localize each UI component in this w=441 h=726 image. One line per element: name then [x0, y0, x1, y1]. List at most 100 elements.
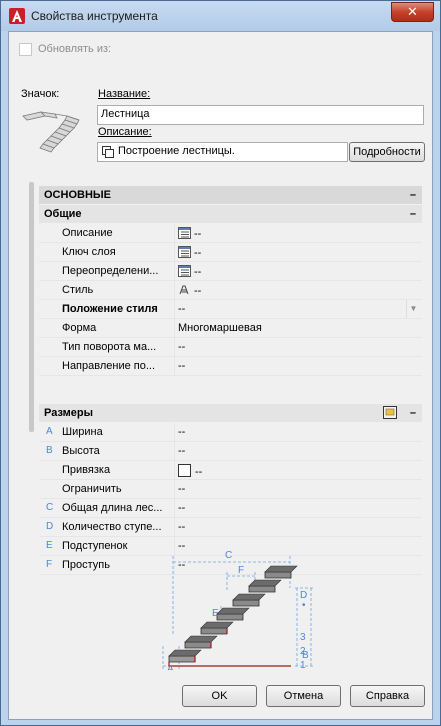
list-icon: [178, 227, 191, 239]
copy-icon: [102, 146, 114, 158]
section-sizes-title: Размеры: [44, 407, 94, 419]
section-general-header[interactable]: Общие –: [39, 205, 422, 223]
property-name: Направление по...: [62, 360, 156, 372]
property-name: Ограничить: [62, 483, 122, 495]
title-bar[interactable]: Свойства инструмента ✕: [1, 1, 440, 31]
property-row[interactable]: C Общая длина лес... --: [39, 499, 422, 518]
property-row[interactable]: B Высота --: [39, 442, 422, 461]
property-value[interactable]: --: [178, 227, 418, 240]
property-name: Привязка: [62, 464, 111, 476]
description-input[interactable]: Построение лестницы.: [97, 142, 348, 162]
property-row[interactable]: Стиль --: [39, 281, 422, 300]
list-icon: [178, 246, 191, 258]
dimension-letter: E: [46, 540, 53, 551]
property-row[interactable]: A Ширина --: [39, 423, 422, 442]
property-row[interactable]: Ограничить --: [39, 480, 422, 499]
stair-dimensions-diagram: C F E D B A 1 2 3 •: [162, 550, 315, 670]
property-value-text: Многомаршевая: [178, 322, 262, 334]
dimension-letter: F: [46, 559, 53, 570]
property-value[interactable]: --: [178, 303, 418, 315]
property-value[interactable]: --: [178, 341, 418, 353]
column-divider: [174, 442, 175, 461]
stair-tool-icon[interactable]: [21, 106, 83, 162]
property-value[interactable]: --: [178, 360, 418, 372]
property-row[interactable]: Привязка --: [39, 461, 422, 480]
property-value-text: --: [194, 247, 202, 259]
name-input[interactable]: Лестница: [97, 105, 424, 125]
property-value-text: --: [178, 426, 186, 438]
palette-scroll-strip[interactable]: [29, 182, 34, 432]
dropdown-arrow-icon[interactable]: ▼: [406, 300, 420, 318]
property-row[interactable]: D Количество ступе... --: [39, 518, 422, 537]
column-divider: [174, 461, 175, 480]
property-row[interactable]: Описание --: [39, 224, 422, 243]
collapse-basic-toggle[interactable]: –: [410, 186, 416, 204]
property-value-text: --: [178, 502, 186, 514]
window-title: Свойства инструмента: [31, 9, 158, 23]
property-value[interactable]: --: [178, 464, 418, 478]
property-value[interactable]: --: [178, 284, 418, 297]
column-divider: [174, 338, 175, 357]
ok-button[interactable]: OK: [182, 685, 257, 707]
property-value-text: --: [178, 360, 186, 372]
update-from-label: Обновлять из:: [38, 43, 112, 55]
property-row[interactable]: Направление по... --: [39, 357, 422, 376]
dimension-letter: D: [46, 521, 54, 532]
property-name: Положение стиля: [62, 303, 158, 315]
dim-label-1: 1: [300, 660, 306, 670]
update-from-checkbox[interactable]: [19, 43, 32, 56]
property-value[interactable]: --: [178, 445, 418, 457]
column-divider: [174, 357, 175, 376]
column-divider: [174, 423, 175, 442]
icon-label: Значок:: [21, 88, 60, 100]
cancel-button[interactable]: Отмена: [266, 685, 341, 707]
details-button[interactable]: Подробности: [349, 142, 425, 162]
property-value-text: --: [194, 266, 202, 278]
close-icon: ✕: [407, 4, 418, 19]
image-toggle-icon[interactable]: [383, 406, 398, 420]
property-value[interactable]: --: [178, 521, 418, 533]
dim-label-f: F: [238, 565, 244, 576]
property-value-text: --: [194, 285, 202, 297]
property-value[interactable]: --: [178, 502, 418, 514]
column-divider: [174, 262, 175, 281]
dim-label-dot: •: [302, 600, 306, 611]
property-value[interactable]: --: [178, 426, 418, 438]
property-value-text: --: [178, 341, 186, 353]
collapse-sizes-toggle[interactable]: –: [410, 404, 416, 422]
column-divider: [174, 300, 175, 319]
dimension-letter: C: [46, 502, 54, 513]
description-value: Построение лестницы.: [118, 145, 235, 157]
property-value[interactable]: --: [178, 483, 418, 495]
property-value-text: --: [194, 228, 202, 240]
property-row[interactable]: Положение стиля -- ▼: [39, 300, 422, 319]
column-divider: [174, 319, 175, 338]
dimension-letter: A: [46, 426, 53, 437]
column-divider: [174, 480, 175, 499]
help-button[interactable]: Справка: [350, 685, 425, 707]
property-value[interactable]: Многомаршевая: [178, 322, 418, 334]
dialog-body: Обновлять из: Значок: Название: Лестница…: [8, 31, 433, 720]
property-value[interactable]: --: [178, 265, 418, 278]
column-divider: [174, 518, 175, 537]
property-row[interactable]: Форма Многомаршевая: [39, 319, 422, 338]
collapse-general-toggle[interactable]: –: [410, 205, 416, 223]
anchor-checkbox[interactable]: [178, 464, 191, 477]
section-basic-title: ОСНОВНЫЕ: [44, 189, 111, 201]
property-name: Форма: [62, 322, 97, 334]
property-row[interactable]: Тип поворота ма... --: [39, 338, 422, 357]
section-basic-header[interactable]: ОСНОВНЫЕ –: [39, 186, 422, 204]
section-sizes-header[interactable]: Размеры –: [39, 404, 422, 422]
tool-properties-window: Свойства инструмента ✕ Обновлять из: Зна…: [0, 0, 441, 726]
description-label: Описание:: [98, 126, 152, 138]
property-value[interactable]: --: [178, 246, 418, 259]
property-row[interactable]: Переопределени... --: [39, 262, 422, 281]
property-name: Стиль: [62, 284, 94, 296]
property-row[interactable]: Ключ слоя --: [39, 243, 422, 262]
dim-label-e: E: [212, 608, 219, 619]
close-button[interactable]: ✕: [391, 2, 434, 22]
property-name: Описание: [62, 227, 113, 239]
dim-label-2: 2: [300, 646, 306, 657]
property-name: Тип поворота ма...: [62, 341, 157, 353]
dimension-letter: B: [46, 445, 53, 456]
